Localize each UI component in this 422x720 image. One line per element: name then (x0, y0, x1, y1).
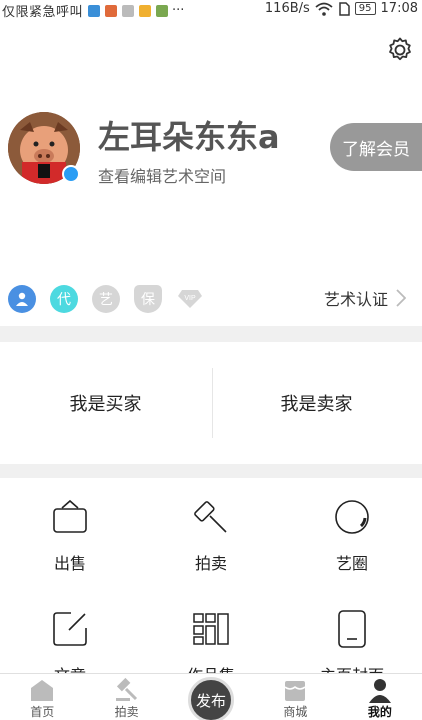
yi-badge-icon[interactable]: 艺 (92, 285, 120, 313)
grid-label: 拍卖 (194, 554, 227, 573)
auction-grid-item[interactable]: 拍卖 (141, 496, 281, 574)
circle-icon (335, 500, 369, 534)
wps-notification-icon (122, 4, 135, 17)
tab-label: 我的 (367, 705, 392, 719)
lock-notification-icon (139, 4, 152, 17)
clock-time: 17:08 (380, 1, 418, 16)
learn-membership-button[interactable]: 了解会员 (330, 123, 422, 171)
art-certification-link[interactable]: 艺术认证 (324, 286, 406, 310)
settings-gear-icon[interactable] (386, 36, 414, 64)
network-speed: 116B/s (264, 1, 310, 16)
gavel-icon (194, 501, 227, 533)
role-switch-row: 我是买家 我是卖家 (0, 342, 422, 464)
role-divider (212, 368, 213, 438)
avatar-user-badge (62, 165, 80, 183)
collection-icon (193, 613, 229, 645)
basket-icon (53, 499, 87, 533)
tab-mall[interactable]: 商城 (253, 674, 337, 720)
dai-badge-icon[interactable]: 代 (50, 285, 78, 313)
tab-mine[interactable]: 我的 (338, 674, 422, 720)
profile-icon (368, 679, 391, 703)
section-divider (0, 464, 422, 478)
user-badge-icon[interactable] (8, 285, 36, 313)
edit-icon (53, 612, 87, 646)
sell-grid-item[interactable]: 出售 (0, 496, 140, 574)
art-circle-grid-item[interactable]: 艺圈 (282, 496, 422, 574)
tab-auction[interactable]: 拍卖 (84, 674, 168, 720)
carrier-text: 仅限紧急呼叫 (2, 5, 84, 20)
bao-badge-icon[interactable]: 保 (134, 285, 162, 313)
tab-home[interactable]: 首页 (0, 674, 84, 720)
vip-badge-icon[interactable]: VIP (176, 288, 204, 310)
status-bar: 仅限紧急呼叫 ··· 116B/s 95 17:08 (0, 0, 422, 20)
tab-label: 商城 (283, 705, 308, 719)
photo-notification-icon (88, 4, 101, 17)
buyer-role-button[interactable]: 我是买家 (0, 342, 211, 464)
section-divider (0, 326, 422, 342)
chevron-right-icon (396, 289, 406, 307)
art-cert-label: 艺术认证 (323, 290, 388, 309)
seller-role-button[interactable]: 我是卖家 (211, 342, 422, 464)
battery-indicator: 95 (354, 2, 376, 15)
edit-art-space-link[interactable]: 查看编辑艺术空间 (98, 163, 226, 187)
grid-label: 出售 (53, 554, 86, 573)
home-icon (31, 680, 54, 701)
sim-icon (339, 1, 350, 16)
mall-icon (284, 681, 306, 701)
tab-label: 首页 (30, 705, 55, 719)
svg-text:VIP: VIP (184, 295, 196, 302)
username[interactable]: 左耳朵东东a (98, 112, 280, 158)
tab-label: 拍卖 (114, 705, 139, 719)
publish-button[interactable]: 发布 (188, 677, 234, 720)
wifi-icon (315, 2, 333, 16)
badge-row: 代 艺 保 VIP (8, 284, 204, 314)
more-dots-icon: ··· (172, 3, 185, 18)
gavel-tab-icon (115, 677, 137, 701)
gallery-notification-icon (156, 4, 169, 17)
app-notification-icon (105, 4, 118, 17)
phone-cover-icon (338, 610, 366, 648)
grid-label: 艺圈 (335, 554, 368, 573)
